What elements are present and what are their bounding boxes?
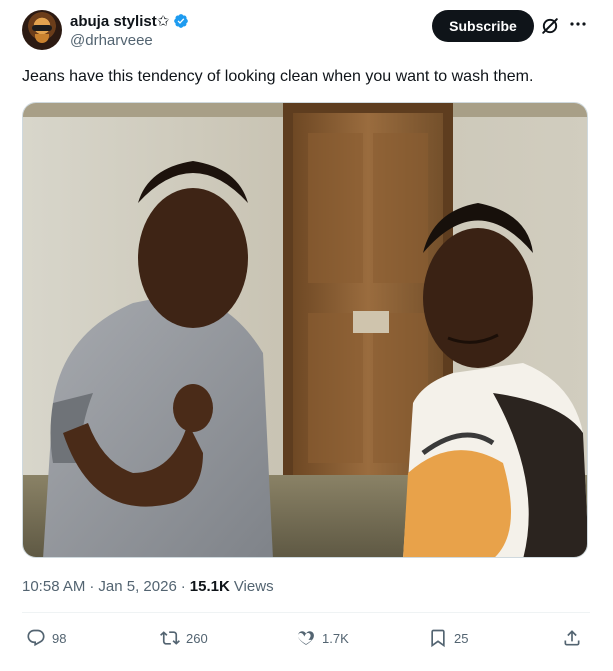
author-handle[interactable]: @drharveee — [70, 32, 153, 49]
grok-icon[interactable] — [540, 16, 560, 36]
repost-count: 260 — [186, 630, 208, 646]
display-name[interactable]: abuja stylist✩ — [70, 12, 169, 30]
reply-button[interactable]: 98 — [26, 624, 66, 652]
bookmark-button[interactable]: 25 — [428, 624, 468, 652]
tweet-media-image[interactable] — [22, 102, 588, 558]
avatar-glasses — [32, 25, 52, 31]
reply-count: 98 — [52, 630, 67, 646]
bookmark-count: 25 — [454, 630, 469, 646]
meta-separator: · — [180, 578, 186, 595]
views-label: Views — [233, 578, 274, 595]
avatar-face — [35, 34, 49, 43]
repost-icon — [160, 631, 180, 645]
avatar[interactable] — [22, 10, 62, 50]
bookmark-icon — [431, 629, 445, 648]
tweet: abuja stylist✩ @drharveee Subscribe Jean… — [0, 0, 613, 671]
like-button[interactable]: 1.7K — [296, 624, 349, 652]
reply-icon — [27, 629, 45, 647]
share-button[interactable] — [562, 624, 582, 652]
repost-button[interactable]: 260 — [160, 624, 208, 652]
action-bar: 98 260 1.7K 25 — [22, 624, 590, 652]
media-scene — [23, 103, 587, 557]
share-icon — [564, 630, 580, 646]
more-icon[interactable] — [568, 14, 588, 34]
tweet-date[interactable]: Jan 5, 2026 — [98, 578, 176, 595]
divider — [22, 612, 590, 613]
subscribe-button[interactable]: Subscribe — [432, 10, 534, 42]
tweet-header: abuja stylist✩ @drharveee Subscribe — [22, 8, 592, 52]
tweet-meta: 10:58 AM · Jan 5, 2026 · 15.1K Views — [22, 578, 274, 595]
like-icon — [298, 631, 314, 645]
verified-badge-icon — [174, 14, 189, 28]
views-count: 15.1K — [189, 578, 230, 595]
tweet-text: Jeans have this tendency of looking clea… — [22, 68, 534, 85]
meta-separator: · — [89, 578, 95, 595]
like-count: 1.7K — [322, 630, 349, 646]
name-row: abuja stylist✩ — [70, 12, 189, 30]
tweet-time[interactable]: 10:58 AM — [22, 578, 85, 595]
